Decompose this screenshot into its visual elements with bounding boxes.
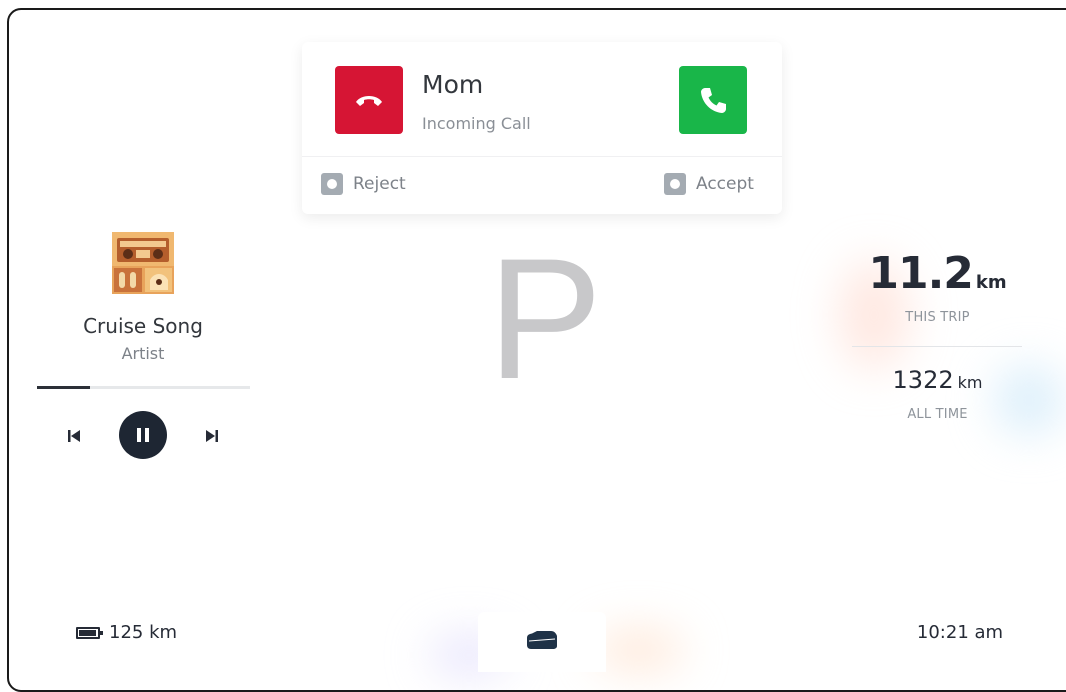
this-trip-label: THIS TRIP (905, 310, 970, 325)
card-divider (302, 156, 782, 157)
accept-label: Accept (696, 174, 754, 194)
all-time-value: 1322 (892, 366, 954, 394)
previous-track-button[interactable] (62, 424, 86, 448)
album-art[interactable] (112, 232, 174, 294)
phone-icon (701, 88, 726, 113)
reject-label: Reject (353, 174, 406, 194)
playback-progress-bar[interactable] (37, 386, 250, 389)
skip-next-icon (206, 430, 218, 442)
this-trip-distance: 11.2 km (840, 248, 1035, 299)
accept-action[interactable]: Accept (664, 173, 754, 195)
phone-hangup-icon (356, 96, 382, 106)
caller-name: Mom (422, 70, 484, 99)
range-value: 125 km (109, 622, 178, 643)
pause-icon (137, 428, 149, 442)
all-time-unit: km (957, 373, 983, 392)
key-button-icon (321, 173, 343, 195)
pause-button[interactable] (119, 411, 167, 459)
all-time-distance: 1322 km (840, 366, 1035, 394)
reject-action[interactable]: Reject (321, 173, 406, 195)
car-view-button[interactable] (478, 612, 606, 672)
skip-previous-icon (68, 430, 80, 442)
song-title: Cruise Song (83, 314, 203, 338)
call-status: Incoming Call (422, 114, 531, 133)
this-trip-unit: km (975, 272, 1007, 293)
song-artist: Artist (121, 344, 165, 363)
trip-divider (852, 346, 1022, 347)
gear-indicator: P (487, 223, 603, 415)
car-icon (527, 631, 557, 649)
clock: 10:21 am (916, 622, 1004, 643)
ambient-glow (594, 630, 684, 670)
reject-call-button[interactable] (335, 66, 403, 134)
accept-call-button[interactable] (679, 66, 747, 134)
battery-icon (76, 626, 103, 639)
key-button-icon (664, 173, 686, 195)
next-track-button[interactable] (200, 424, 224, 448)
battery-range: 125 km (76, 622, 177, 643)
all-time-label: ALL TIME (907, 407, 968, 422)
this-trip-value: 11.2 (868, 248, 974, 299)
incoming-call-card: Mom Incoming Call Reject Accept (302, 42, 782, 214)
playback-progress-fill (37, 386, 91, 389)
